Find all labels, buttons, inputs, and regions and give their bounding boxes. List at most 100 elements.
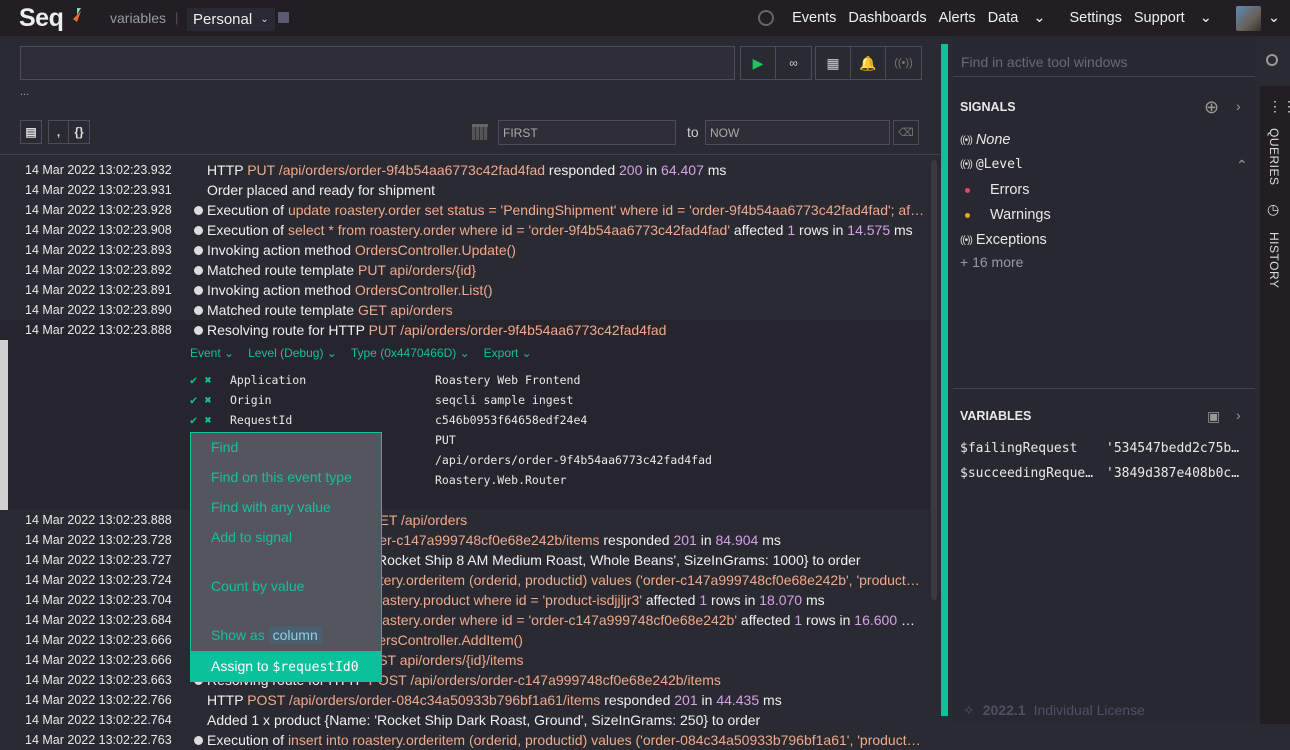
menu-find-any-value[interactable]: Find with any value bbox=[211, 499, 331, 515]
event-row[interactable]: 14 Mar 2022 13:02:23.892 Matched route te… bbox=[0, 260, 930, 280]
menu-add-to-signal[interactable]: Add to signal bbox=[211, 529, 292, 545]
signal-add-icon: ((•)) bbox=[894, 57, 913, 69]
menu-assign-variable[interactable]: Assign to $requestId0 bbox=[191, 651, 381, 681]
add-to-dashboard-button[interactable]: ▦ bbox=[816, 47, 851, 79]
level-menu[interactable]: Level (Debug) ⌄ bbox=[248, 346, 337, 360]
menu-find-event-type[interactable]: Find on this event type bbox=[211, 469, 352, 485]
add-signal-icon[interactable]: ⊕ bbox=[1204, 97, 1219, 118]
to-date-input[interactable] bbox=[705, 120, 890, 145]
filter-include-exclude-icon[interactable]: ✔ ✖ bbox=[190, 393, 230, 407]
event-timestamp: 14 Mar 2022 13:02:23.891 bbox=[25, 283, 172, 297]
signal-none[interactable]: ((•)) None bbox=[960, 132, 1011, 148]
event-row[interactable]: 14 Mar 2022 13:02:23.888Resolving route … bbox=[0, 320, 930, 340]
message-token: /api/orders/order-084c34a50933b796bf1a61… bbox=[288, 692, 601, 708]
tool-search-input[interactable]: Find in active tool windows bbox=[961, 54, 1128, 70]
nav-support[interactable]: Support ⌄ bbox=[1134, 10, 1224, 26]
event-row[interactable]: 14 Mar 2022 13:02:23.893 Invoking action … bbox=[0, 240, 930, 260]
history-tab[interactable]: HISTORY bbox=[1267, 232, 1281, 288]
event-row[interactable]: 14 Mar 2022 13:02:23.724Execution of ins… bbox=[0, 570, 930, 590]
chevron-right-icon[interactable]: › bbox=[1236, 407, 1241, 423]
event-timestamp: 14 Mar 2022 13:02:23.928 bbox=[25, 203, 172, 217]
add-signal-button[interactable]: ((•)) bbox=[886, 47, 921, 79]
queries-tab[interactable]: QUERIES bbox=[1267, 128, 1281, 186]
chevron-right-icon[interactable]: › bbox=[1236, 98, 1241, 114]
workspace-label: Personal bbox=[193, 11, 253, 28]
query-input[interactable] bbox=[20, 46, 735, 80]
variable-name: $failingRequest bbox=[960, 441, 1078, 456]
type-menu[interactable]: Type (0x4470466D) ⌄ bbox=[351, 346, 470, 360]
event-timestamp: 14 Mar 2022 13:02:23.888 bbox=[25, 513, 172, 527]
nav-alerts[interactable]: Alerts bbox=[939, 10, 976, 26]
chevron-up-icon[interactable]: ⌃ bbox=[1236, 157, 1248, 174]
search-icon[interactable] bbox=[1266, 54, 1278, 66]
signal-errors[interactable]: Errors bbox=[960, 182, 1029, 198]
event-row[interactable]: 14 Mar 2022 13:02:23.684Execution of sel… bbox=[0, 610, 930, 630]
avatar[interactable] bbox=[1235, 5, 1261, 31]
event-row[interactable]: 14 Mar 2022 13:02:23.728 HTTP POST /api/o… bbox=[0, 530, 930, 550]
event-row[interactable]: 14 Mar 2022 13:02:22.764 Added 1 x produc… bbox=[0, 710, 930, 730]
event-row[interactable]: 14 Mar 2022 13:02:23.704Execution of sel… bbox=[0, 590, 930, 610]
debug-dot-icon bbox=[194, 205, 203, 215]
event-row[interactable]: 14 Mar 2022 13:02:22.763 Execution of ins… bbox=[0, 730, 930, 750]
event-row[interactable]: 14 Mar 2022 13:02:23.931 Order placed and… bbox=[0, 180, 930, 200]
tail-button[interactable]: ∞ bbox=[776, 47, 811, 79]
json-button[interactable]: {} bbox=[69, 121, 89, 143]
signal-warnings[interactable]: Warnings bbox=[960, 207, 1051, 223]
queries-icon[interactable]: ⋮⋮ bbox=[1268, 98, 1290, 115]
event-row[interactable]: 14 Mar 2022 13:02:23.727 Added 1 x produc… bbox=[0, 550, 930, 570]
seq-logo[interactable]: Seq bbox=[19, 4, 64, 33]
message-token: 1 bbox=[787, 222, 796, 238]
nav-settings[interactable]: Settings bbox=[1069, 10, 1121, 26]
signal-exceptions[interactable]: ((•)) Exceptions bbox=[960, 232, 1047, 248]
trash-icon[interactable]: ▣ bbox=[1207, 408, 1220, 425]
event-row[interactable]: 14 Mar 2022 13:02:22.766 HTTP POST /api/o… bbox=[0, 690, 930, 710]
variable-row[interactable]: $failingRequest '534547bedd2c75b… bbox=[960, 441, 1246, 456]
variable-row[interactable]: $succeedingReque… '3849d387e408b0c… bbox=[960, 466, 1246, 481]
event-row[interactable]: 14 Mar 2022 13:02:23.908 Execution of sel… bbox=[0, 220, 930, 240]
menu-show-as-column[interactable]: Show as column bbox=[211, 626, 322, 644]
event-row[interactable]: 14 Mar 2022 13:02:23.928 Execution of upd… bbox=[0, 200, 930, 220]
signal-level[interactable]: ((•)) @Level bbox=[960, 157, 1023, 172]
save-icon[interactable] bbox=[278, 12, 289, 23]
event-row[interactable]: 14 Mar 2022 13:02:23.890 Matched route te… bbox=[0, 300, 930, 320]
from-date-input[interactable] bbox=[498, 120, 676, 145]
message-text: responded bbox=[600, 692, 675, 708]
csv-button[interactable]: , bbox=[49, 121, 69, 143]
property-name[interactable]: RequestId bbox=[230, 413, 435, 427]
event-row[interactable]: 14 Mar 2022 13:02:23.666Matched route te… bbox=[0, 650, 930, 670]
breadcrumb[interactable]: variables bbox=[110, 10, 166, 26]
calendar-icon[interactable] bbox=[472, 124, 488, 140]
variable-name: $succeedingReque… bbox=[960, 466, 1094, 481]
nav-events[interactable]: Events bbox=[792, 10, 836, 26]
warning-dot-icon bbox=[965, 212, 970, 218]
event-message: HTTP POST /api/orders/order-084c34a50933… bbox=[207, 692, 782, 708]
add-alert-button[interactable]: 🔔 bbox=[851, 47, 886, 79]
filter-include-exclude-icon[interactable]: ✔ ✖ bbox=[190, 373, 230, 387]
run-button[interactable]: ▶ bbox=[741, 47, 776, 79]
workspace-selector[interactable]: Personal ⌄ bbox=[187, 8, 275, 31]
event-row[interactable]: 14 Mar 2022 13:02:23.932 HTTP PUT /api/or… bbox=[0, 160, 930, 180]
theme-toggle-icon[interactable] bbox=[758, 10, 775, 26]
clear-range-button[interactable]: ⌫ bbox=[893, 120, 919, 145]
nav-dashboards[interactable]: Dashboards bbox=[848, 10, 926, 26]
event-row[interactable]: 14 Mar 2022 13:02:23.891 Invoking action … bbox=[0, 280, 930, 300]
history-icon[interactable]: ◷ bbox=[1267, 201, 1279, 218]
filter-include-exclude-icon[interactable]: ✔ ✖ bbox=[190, 413, 230, 427]
event-timestamp: 14 Mar 2022 13:02:23.890 bbox=[25, 303, 172, 317]
event-menu[interactable]: Event ⌄ bbox=[190, 346, 234, 360]
pane-splitter[interactable] bbox=[941, 44, 948, 716]
chevron-down-icon[interactable]: ⌄ bbox=[1268, 10, 1280, 26]
event-row[interactable]: 14 Mar 2022 13:02:23.666Invoking action … bbox=[0, 630, 930, 650]
nav-data[interactable]: Data ⌄ bbox=[988, 10, 1058, 26]
export-menu[interactable]: Export ⌄ bbox=[484, 346, 532, 360]
menu-find[interactable]: Find bbox=[211, 439, 238, 455]
event-row[interactable]: 14 Mar 2022 13:02:23.888Resolving route … bbox=[0, 510, 930, 530]
event-row[interactable]: 14 Mar 2022 13:02:23.663Resolving route … bbox=[0, 670, 930, 690]
property-name[interactable]: Origin bbox=[230, 393, 435, 407]
scrollbar[interactable] bbox=[931, 160, 937, 600]
message-text: Invoking action method bbox=[207, 242, 355, 258]
bar-chart-button[interactable]: ▤ bbox=[21, 121, 41, 143]
more-signals-link[interactable]: + 16 more bbox=[960, 254, 1023, 270]
property-name[interactable]: Application bbox=[230, 373, 435, 387]
menu-count-by-value[interactable]: Count by value bbox=[211, 578, 304, 594]
